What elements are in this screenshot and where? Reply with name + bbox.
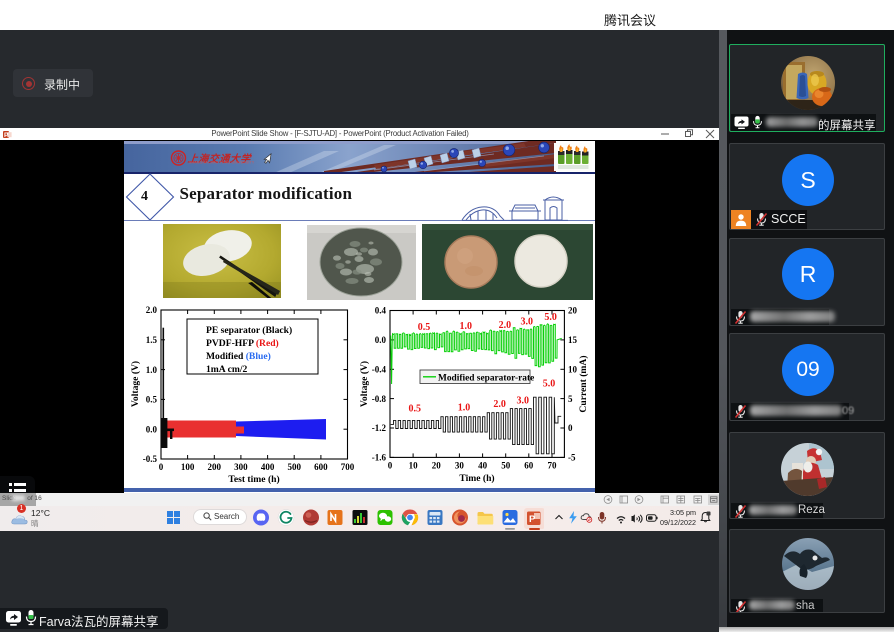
svg-text:Voltage (V): Voltage (V) bbox=[359, 361, 370, 407]
svg-text:30: 30 bbox=[455, 461, 465, 471]
svg-text:500: 500 bbox=[287, 462, 301, 472]
svg-text:0.5: 0.5 bbox=[146, 395, 158, 405]
svg-text:1.5: 1.5 bbox=[146, 335, 158, 345]
svg-text:5: 5 bbox=[568, 394, 573, 404]
svg-text:600: 600 bbox=[314, 462, 328, 472]
svg-text:70: 70 bbox=[548, 461, 558, 471]
svg-text:2.0: 2.0 bbox=[146, 305, 158, 315]
svg-text:60: 60 bbox=[524, 461, 534, 471]
svg-text:0.4: 0.4 bbox=[375, 306, 387, 316]
svg-text:-0.4: -0.4 bbox=[372, 365, 387, 375]
svg-text:2.0: 2.0 bbox=[499, 320, 512, 331]
svg-text:Test time (h): Test time (h) bbox=[228, 474, 279, 485]
svg-text:1mA cm/2: 1mA cm/2 bbox=[206, 364, 248, 375]
svg-text:200: 200 bbox=[208, 462, 222, 472]
svg-text:0: 0 bbox=[568, 423, 573, 433]
svg-text:0.0: 0.0 bbox=[375, 335, 387, 345]
svg-text:P: P bbox=[529, 514, 536, 525]
svg-text:-5: -5 bbox=[568, 453, 576, 463]
svg-text:-1.2: -1.2 bbox=[372, 423, 387, 433]
svg-text:20: 20 bbox=[568, 306, 578, 316]
svg-text:50: 50 bbox=[501, 461, 511, 471]
svg-text:400: 400 bbox=[261, 462, 275, 472]
svg-text:0.0: 0.0 bbox=[146, 424, 158, 434]
svg-text:3.0: 3.0 bbox=[521, 317, 534, 328]
svg-text:-0.8: -0.8 bbox=[372, 394, 387, 404]
svg-text:20: 20 bbox=[432, 461, 442, 471]
svg-text:3.0: 3.0 bbox=[517, 395, 530, 406]
svg-text:300: 300 bbox=[234, 462, 248, 472]
svg-text:5.0: 5.0 bbox=[544, 312, 557, 323]
svg-text:1.0: 1.0 bbox=[459, 321, 472, 332]
svg-text:-1.6: -1.6 bbox=[372, 453, 387, 463]
svg-text:PE separator (Black): PE separator (Black) bbox=[206, 325, 292, 336]
svg-text:0.5: 0.5 bbox=[409, 404, 422, 415]
svg-text:0: 0 bbox=[388, 461, 393, 471]
svg-text:15: 15 bbox=[568, 335, 578, 345]
svg-text:100: 100 bbox=[181, 462, 195, 472]
svg-text:Time (h): Time (h) bbox=[459, 473, 494, 484]
svg-text:Voltage (V): Voltage (V) bbox=[130, 361, 141, 407]
svg-text:-0.5: -0.5 bbox=[143, 454, 158, 464]
svg-text:700: 700 bbox=[341, 462, 355, 472]
svg-text:Current (mA): Current (mA) bbox=[578, 355, 589, 412]
svg-text:0.5: 0.5 bbox=[418, 322, 431, 333]
svg-text:Modified (Blue): Modified (Blue) bbox=[206, 351, 271, 362]
svg-text:10: 10 bbox=[409, 461, 419, 471]
svg-text:PVDF-HFP (Red): PVDF-HFP (Red) bbox=[206, 338, 279, 349]
svg-text:Modified separator-rate: Modified separator-rate bbox=[438, 373, 534, 383]
svg-text:5.0: 5.0 bbox=[543, 378, 556, 389]
svg-text:1.0: 1.0 bbox=[146, 365, 158, 375]
svg-text:2.0: 2.0 bbox=[493, 399, 506, 410]
svg-text:0: 0 bbox=[159, 462, 164, 472]
svg-text:1.0: 1.0 bbox=[458, 402, 471, 413]
svg-text:40: 40 bbox=[478, 461, 488, 471]
svg-text:10: 10 bbox=[568, 365, 578, 375]
